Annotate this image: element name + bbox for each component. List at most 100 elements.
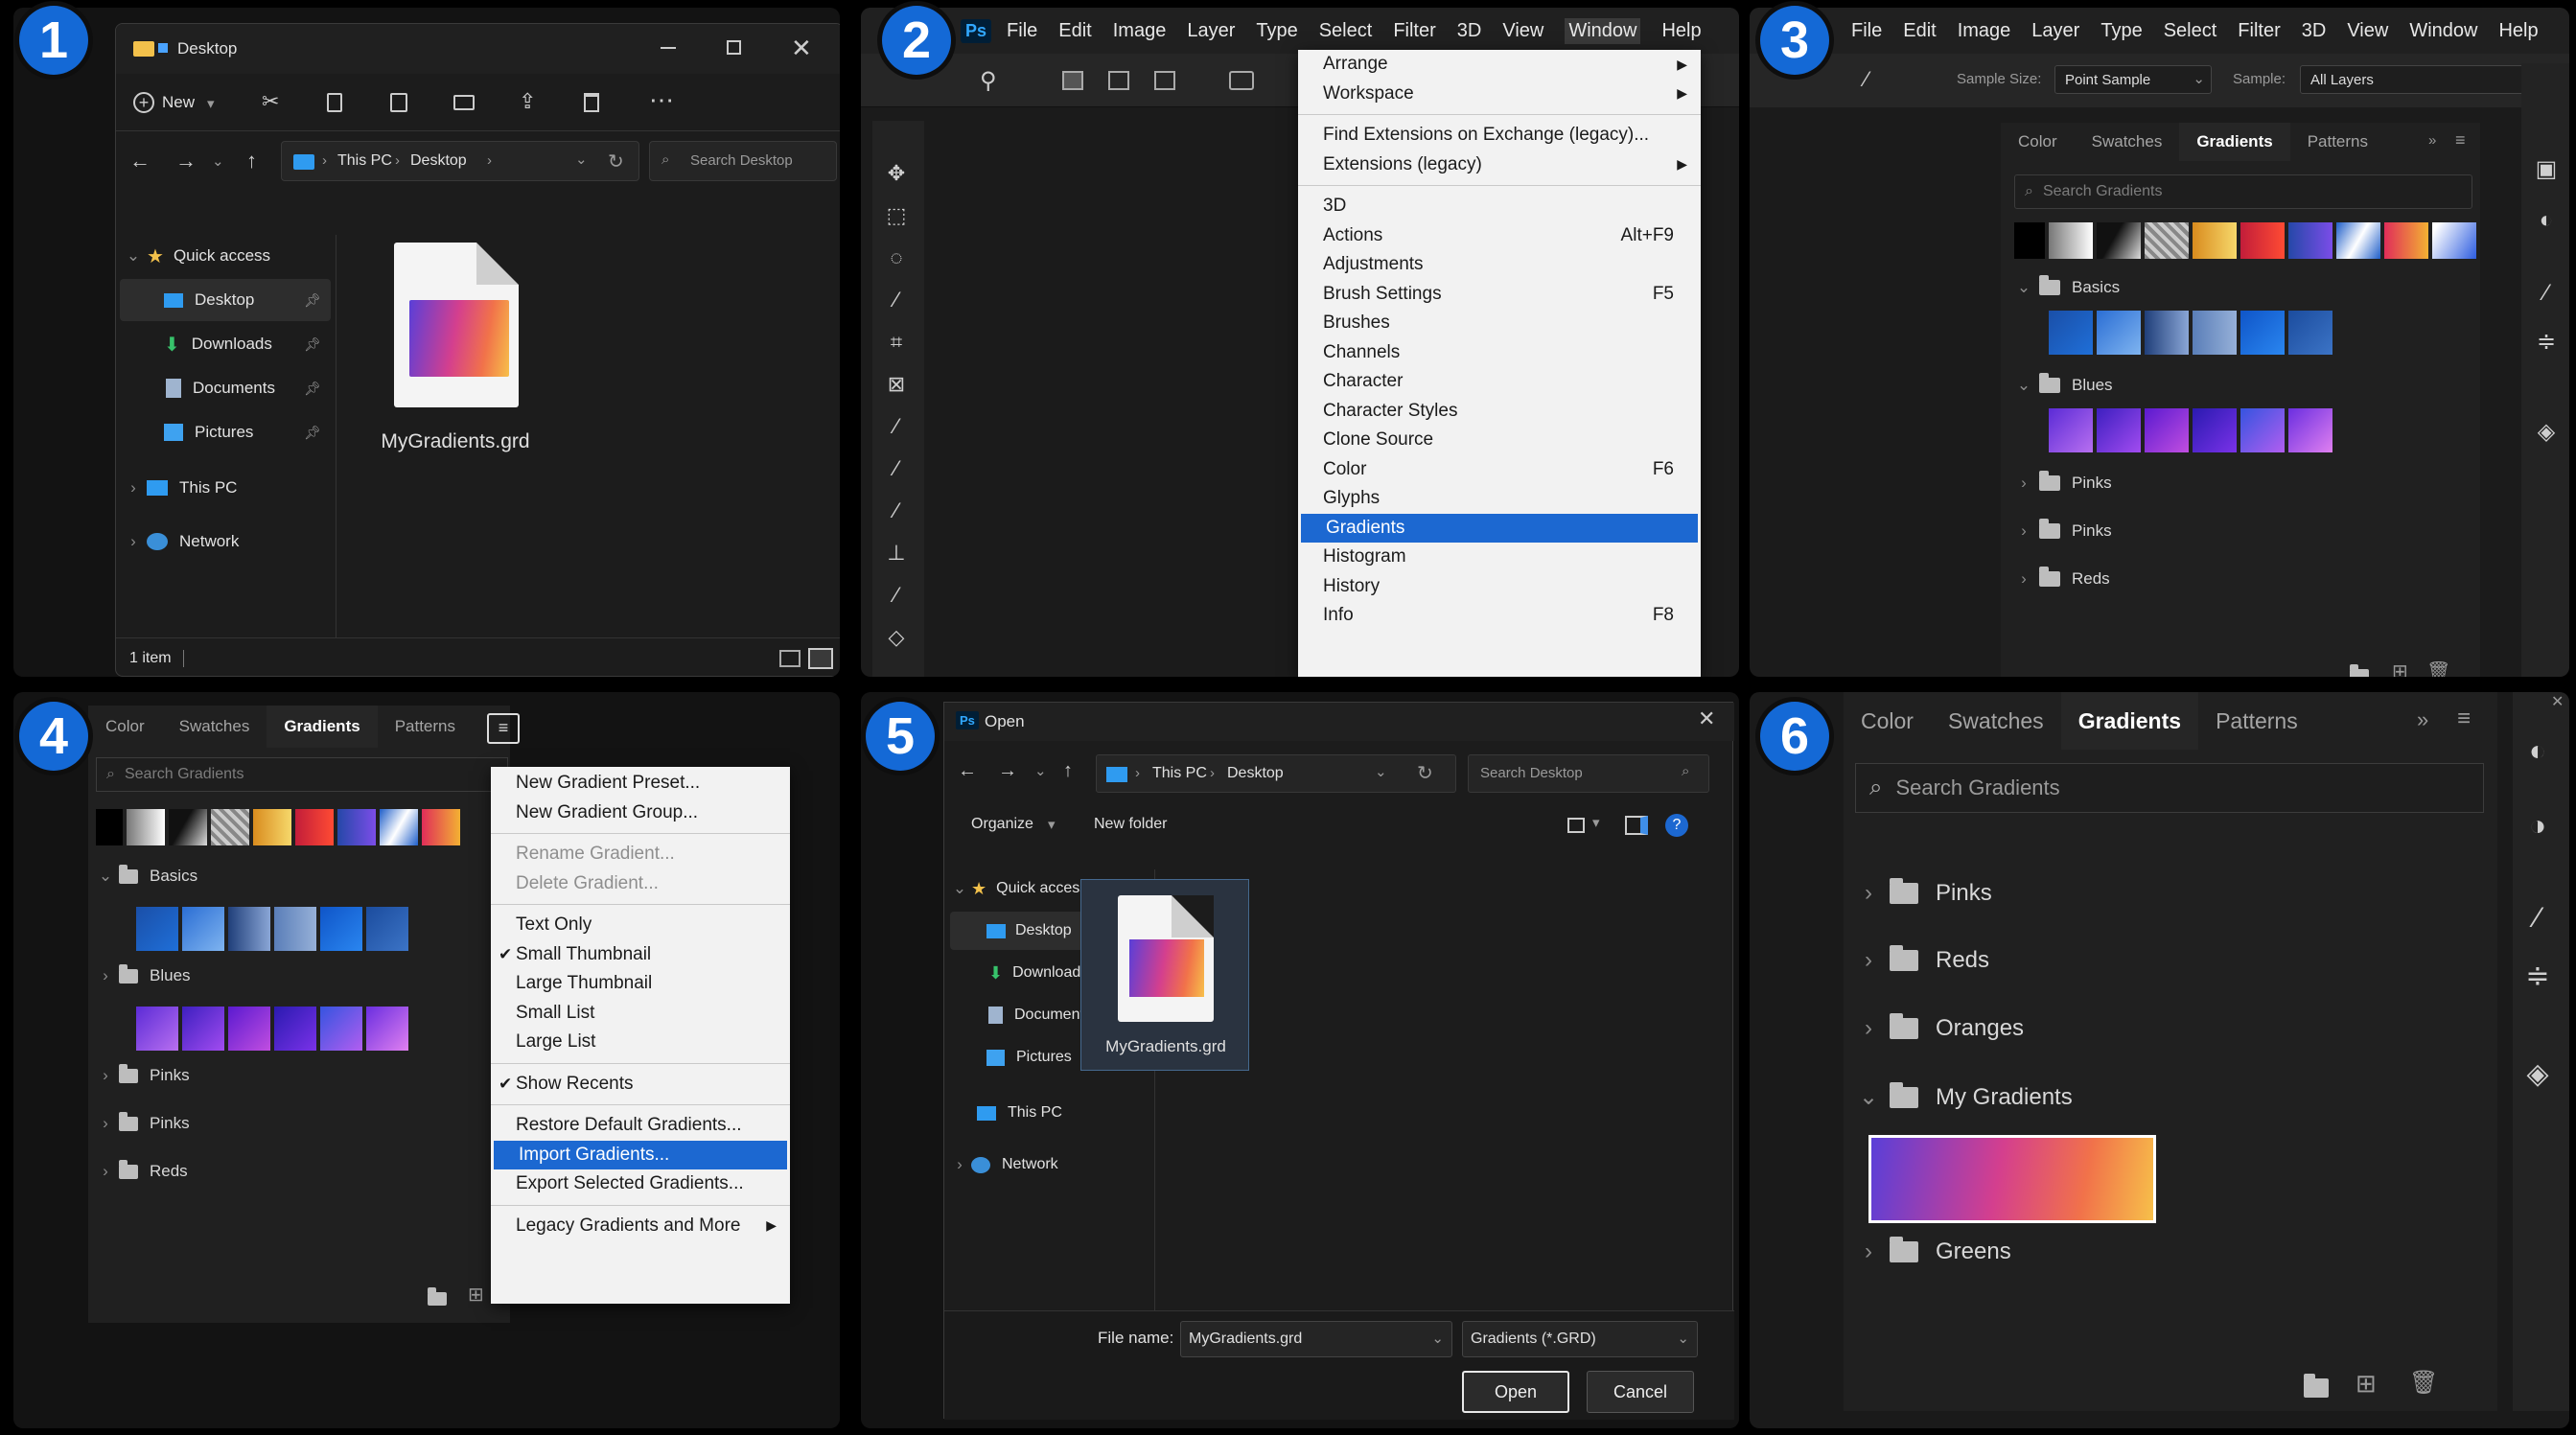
details-view-icon[interactable] [779, 650, 801, 667]
panel-menu-item-new-gradient-preset[interactable]: New Gradient Preset... [491, 769, 790, 799]
menu-item-channels[interactable]: Channels [1298, 338, 1701, 368]
recent-gradient-swatch[interactable] [211, 809, 249, 845]
brush-tool-icon[interactable]: ⁄ [882, 497, 911, 525]
new-plus-icon[interactable]: + [133, 92, 154, 113]
gradient-thumb[interactable] [2193, 311, 2237, 355]
gradient-thumb[interactable] [2145, 311, 2189, 355]
menu-help[interactable]: Help [2498, 20, 2538, 42]
adjustments-icon[interactable]: ◑ [2524, 810, 2551, 842]
layer-copy-icon[interactable] [1108, 71, 1129, 90]
file-name-input[interactable]: MyGradients.grd ⌄ [1180, 1321, 1452, 1357]
group-pinks-2[interactable]: › Pinks [2014, 519, 2112, 541]
new-folder-button[interactable]: New folder [1094, 816, 1167, 833]
menu-3d[interactable]: 3D [2302, 20, 2327, 42]
breadcrumb-this-pc[interactable]: This PC [337, 152, 392, 170]
menu-item-character[interactable]: Character [1298, 367, 1701, 397]
panel-menu-item-export-selected-gradients[interactable]: Export Selected Gradients... [491, 1169, 790, 1199]
group-pinks-2[interactable]: › Pinks [96, 1111, 190, 1133]
open-button[interactable]: Open [1462, 1371, 1569, 1413]
recent-gradient-swatch[interactable] [295, 809, 334, 845]
gradient-thumb[interactable] [228, 1007, 270, 1051]
menu-item-gradients[interactable]: Gradients [1301, 513, 1698, 543]
address-dropdown-icon[interactable]: ⌄ [575, 150, 588, 168]
menu-file[interactable]: File [1007, 20, 1037, 42]
pin-icon[interactable]: 📌︎ [304, 425, 321, 441]
panel-menu-item-import-gradients[interactable]: Import Gradients... [494, 1140, 787, 1169]
back-icon[interactable]: ← [958, 760, 977, 782]
file-item-mygradients[interactable]: MyGradients.grd [375, 243, 530, 473]
refresh-icon[interactable]: ↻ [608, 150, 624, 174]
tab-gradients[interactable]: Gradients [267, 706, 378, 748]
gradient-thumb[interactable] [366, 1007, 408, 1051]
search-gradients-input[interactable]: ⌕ Search Gradients [2014, 174, 2472, 209]
tab-color[interactable]: Color [1844, 692, 1931, 750]
share-icon[interactable]: ⇪ [519, 89, 536, 114]
recent-gradient-swatch[interactable] [127, 809, 165, 845]
magic-wand-tool-icon[interactable]: ⁄ [882, 286, 911, 314]
stamp-tool-icon[interactable]: ⊥ [882, 539, 911, 567]
new-group-icon[interactable] [2304, 1374, 2329, 1398]
menu-item-brushes[interactable]: Brushes [1298, 309, 1701, 338]
recent-gradient-swatch[interactable] [2193, 222, 2237, 259]
layer-stack-icon[interactable] [1062, 71, 1083, 90]
recent-gradient-swatch[interactable] [337, 809, 376, 845]
panel-menu-item-new-gradient-group[interactable]: New Gradient Group... [491, 799, 790, 828]
help-icon[interactable]: ? [1665, 814, 1688, 837]
eyedropper-icon[interactable]: ⁄ [1865, 67, 1868, 92]
file-item-mygradients[interactable]: MyGradients.grd [1080, 879, 1249, 1071]
group-blues[interactable]: ⌄ Blues [2014, 373, 2113, 395]
eraser-tool-icon[interactable]: ◇ [882, 623, 911, 652]
preview-pane-icon[interactable] [1625, 816, 1648, 835]
group-oranges[interactable]: › Oranges [1857, 1013, 2024, 1042]
tab-patterns[interactable]: Patterns [378, 706, 473, 748]
panel-menu-item-show-recents[interactable]: ✔ Show Recents [491, 1070, 790, 1099]
menu-file[interactable]: File [1851, 20, 1882, 42]
group-reds[interactable]: › Reds [1857, 945, 1989, 974]
brush-settings-icon[interactable]: ⁄ [2533, 280, 2560, 307]
new-button[interactable]: New [162, 93, 195, 112]
file-type-select[interactable]: Gradients (*.GRD) ⌄ [1462, 1321, 1698, 1357]
sliders-icon[interactable]: ≑ [2524, 961, 2551, 992]
gradient-thumb[interactable] [2240, 408, 2285, 452]
move-tool-icon[interactable]: ✥ [882, 159, 911, 188]
menu-image[interactable]: Image [1958, 20, 2011, 42]
healing-tool-icon[interactable]: ⁄ [882, 454, 911, 483]
tab-swatches[interactable]: Swatches [2075, 123, 2180, 161]
trash-icon[interactable]: 🗑︎ [2426, 660, 2450, 677]
gradient-thumb[interactable] [2097, 311, 2141, 355]
recent-gradient-swatch[interactable] [2097, 222, 2141, 259]
tree-item-downloads[interactable]: ⬇ Downloads 📌︎ [116, 323, 327, 365]
marquee-tool-icon[interactable]: ⬚ [882, 201, 911, 230]
gradient-thumb[interactable] [2097, 408, 2141, 452]
menu-edit[interactable]: Edit [1058, 20, 1091, 42]
menu-item-find-extensions-on-exchange-legacy[interactable]: Find Extensions on Exchange (legacy)... [1298, 121, 1701, 150]
layer-merge-icon[interactable] [1154, 71, 1175, 90]
menu-select[interactable]: Select [1319, 20, 1373, 42]
gradient-thumb[interactable] [274, 1007, 316, 1051]
frame-tool-icon[interactable]: ⊠ [882, 370, 911, 399]
recent-gradient-swatch[interactable] [2336, 222, 2380, 259]
recent-gradient-swatch[interactable] [2145, 222, 2189, 259]
forward-icon[interactable]: → [998, 760, 1017, 782]
new-gradient-icon[interactable]: ⊞ [468, 1283, 484, 1307]
menu-item-extensions-legacy[interactable]: Extensions (legacy) ▶ [1298, 150, 1701, 180]
eyedropper-icon[interactable]: ⚲ [980, 67, 997, 95]
cancel-button[interactable]: Cancel [1587, 1371, 1694, 1413]
tab-patterns[interactable]: Patterns [2290, 123, 2385, 161]
menu-item-workspace[interactable]: Workspace ▶ [1298, 80, 1701, 109]
menu-view[interactable]: View [2347, 20, 2388, 42]
group-my-gradients[interactable]: ⌄ My Gradients [1857, 1081, 2073, 1111]
panel-menu-item-small-thumbnail[interactable]: ✔ Small Thumbnail [491, 940, 790, 970]
menu-filter[interactable]: Filter [2238, 20, 2280, 42]
close-button[interactable]: ✕ [791, 34, 812, 63]
adjustments-icon[interactable]: ◐ [2533, 207, 2560, 234]
crop-tool-icon[interactable]: ⌗ [882, 328, 911, 357]
panel-menu-button[interactable]: ≡ [487, 713, 520, 744]
properties-icon[interactable]: ▣ [2533, 155, 2560, 182]
gradient-thumb[interactable] [320, 907, 362, 951]
lasso-tool-icon[interactable]: ◌ [882, 243, 911, 272]
up-icon[interactable]: ↑ [1063, 760, 1073, 782]
search-gradients-input[interactable]: ⌕ Search Gradients [96, 757, 508, 792]
forward-icon[interactable]: → [175, 149, 197, 174]
chevron-down-icon[interactable]: ▾ [207, 95, 215, 112]
